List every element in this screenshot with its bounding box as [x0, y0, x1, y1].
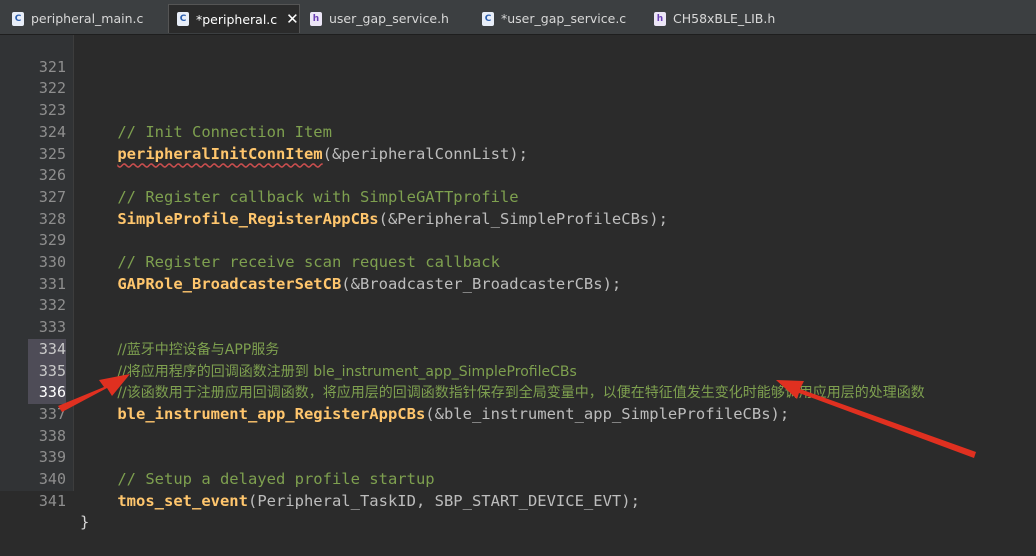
c-file-icon: C — [482, 11, 494, 26]
code-line[interactable]: 341 } — [0, 469, 1036, 532]
closing-brace: } — [80, 513, 90, 532]
code-line[interactable]: 340 tmos_set_event(Peripheral_TaskID, SB… — [0, 447, 1036, 510]
tab-label: *user_gap_service.c — [501, 11, 627, 26]
tab-label: peripheral_main.c — [31, 11, 144, 26]
function-call: tmos_set_event — [117, 491, 248, 510]
c-file-icon: C — [177, 12, 189, 26]
code-line[interactable]: 321 — [0, 35, 1036, 76]
code-line[interactable]: 337 — [0, 382, 1036, 423]
tab-label: user_gap_service.h — [329, 11, 449, 26]
tab-label: CH58xBLE_LIB.h — [673, 11, 776, 26]
code-line[interactable]: 326 // Register callback with SimpleGATT… — [0, 144, 1036, 206]
tab-peripheral-main-c[interactable]: C peripheral_main.c — [4, 4, 164, 33]
code-text: tmos_set_event(Peripheral_TaskID, SBP_ST… — [80, 491, 640, 513]
code-line[interactable]: 330 GAPRole_BroadcasterSetCB(&Broadcaste… — [0, 230, 1036, 293]
tab-user-gap-service-h[interactable]: h user_gap_service.h — [302, 4, 472, 33]
code-line[interactable]: 323 // Init Connection Item — [0, 78, 1036, 141]
tab-peripheral-c[interactable]: C *peripheral.c ✕ — [168, 4, 300, 33]
code-editor[interactable]: 321 322 323 // Init Connection Item 324 … — [0, 35, 1036, 532]
code-line[interactable]: 322 — [0, 57, 1036, 97]
close-icon[interactable]: ✕ — [286, 10, 299, 28]
code-line[interactable]: 329 // Register receive scan request cal… — [0, 209, 1036, 271]
code-line[interactable]: 331 — [0, 252, 1036, 293]
code-line[interactable]: 336 ble_instrument_app_RegisterAppCBs(&b… — [0, 361, 1036, 423]
code-line[interactable]: 334 //将应用程序的回调函数注册到 ble_instrument_app_S… — [0, 317, 1036, 380]
c-file-icon: C — [12, 11, 24, 26]
call-arguments: (Peripheral_TaskID, SBP_START_DEVICE_EVT… — [247, 491, 640, 510]
code-text: } — [80, 512, 89, 534]
editor-tab-bar: C peripheral_main.c C *peripheral.c ✕ h … — [0, 0, 1036, 35]
h-file-icon: h — [654, 11, 666, 26]
code-line[interactable]: 324 peripheralInitConnItem(&peripheralCo… — [0, 100, 1036, 163]
tab-user-gap-service-c[interactable]: C *user_gap_service.c — [474, 4, 646, 33]
code-line[interactable]: 339 // Setup a delayed profile startup — [0, 426, 1036, 488]
tab-ch58xble-lib-h[interactable]: h CH58xBLE_LIB.h — [646, 4, 786, 33]
tab-label: *peripheral.c — [196, 11, 278, 27]
h-file-icon: h — [310, 11, 322, 26]
line-number: 341 — [38, 491, 66, 510]
code-line[interactable]: 328 — [0, 187, 1036, 228]
code-line[interactable]: 325 — [0, 122, 1036, 163]
code-line[interactable]: 327 SimpleProfile_RegisterAppCBs(&Periph… — [0, 165, 1036, 228]
code-line[interactable]: 332 — [0, 274, 1036, 314]
code-line[interactable]: 333 //蓝牙中控设备与APP服务 — [0, 295, 1036, 358]
code-line[interactable]: 335 //该函数用于注册应用回调函数，将应用层的回调函数指针保存到全局变量中，… — [0, 339, 1036, 401]
code-line[interactable]: 338 — [0, 404, 1036, 445]
